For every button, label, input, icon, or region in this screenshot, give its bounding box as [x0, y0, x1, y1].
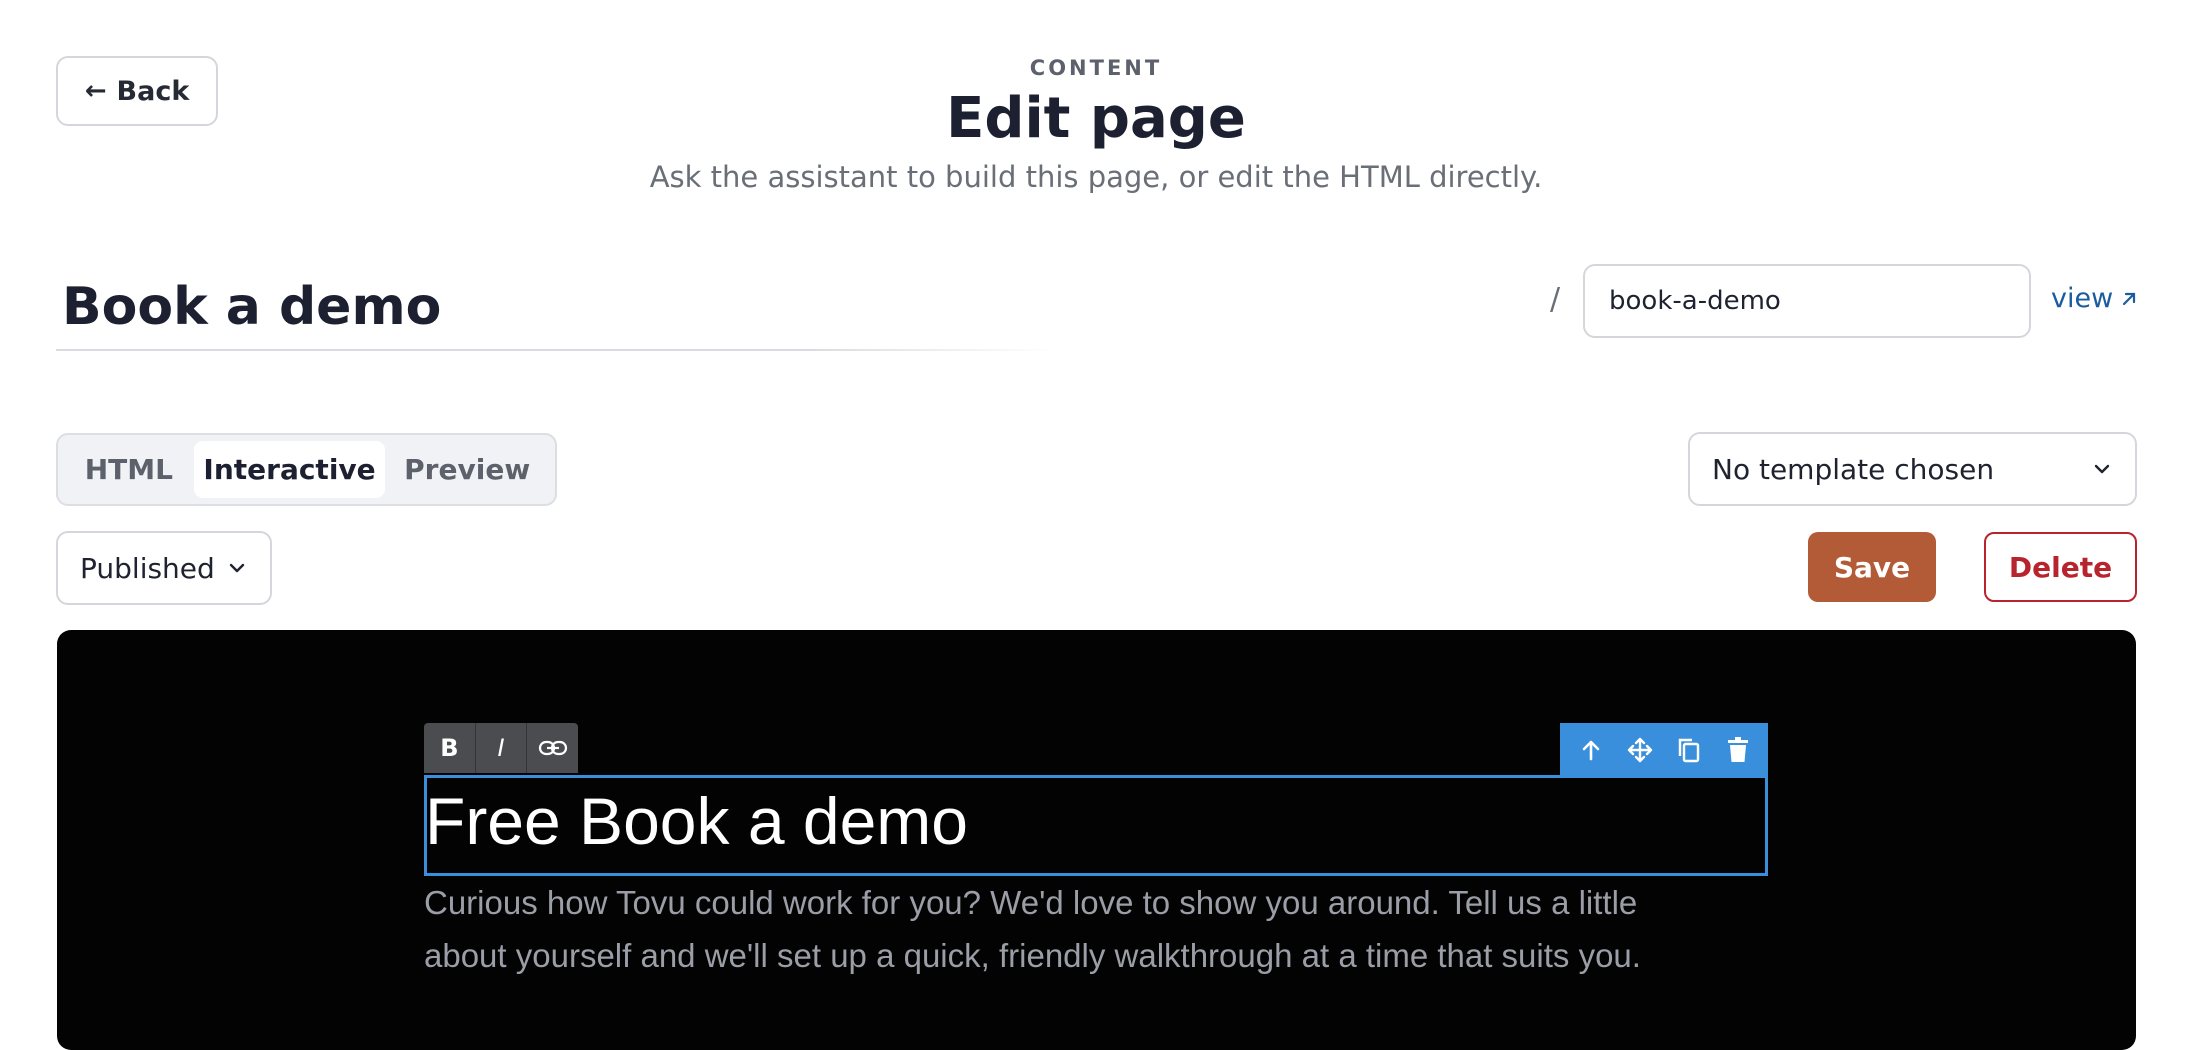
italic-button[interactable]: I: [476, 723, 528, 773]
link-icon: [538, 740, 567, 756]
slug-prefix: /: [1550, 282, 1561, 317]
page-title-input[interactable]: Book a demo: [56, 262, 1056, 352]
hero-body-text[interactable]: Curious how Tovu could work for you? We'…: [424, 876, 1704, 982]
duplicate-button[interactable]: [1669, 730, 1709, 770]
editor-mode-tabs: HTML Interactive Preview: [56, 433, 557, 506]
status-select[interactable]: Published: [56, 531, 272, 605]
status-select-value: Published: [80, 551, 215, 585]
template-select-value: No template chosen: [1712, 452, 1995, 486]
hero-heading[interactable]: Free Book a demo: [425, 783, 968, 859]
delete-button[interactable]: Delete: [1984, 532, 2137, 602]
section-eyebrow: CONTENT: [1029, 56, 1163, 80]
arrow-up-icon: [1582, 740, 1599, 760]
link-button[interactable]: [527, 723, 578, 773]
chevron-down-icon: [2094, 464, 2110, 474]
bold-button[interactable]: B: [424, 723, 476, 773]
view-link-label: view: [2051, 283, 2114, 314]
tab-preview[interactable]: Preview: [385, 441, 549, 498]
move-icon: [1627, 737, 1652, 762]
text-format-toolbar: B I: [424, 723, 578, 773]
drag-move-button[interactable]: [1620, 730, 1660, 770]
block-toolbar: [1560, 723, 1768, 776]
delete-block-button[interactable]: [1718, 730, 1758, 770]
slug-input[interactable]: book-a-demo: [1583, 264, 2031, 338]
tab-interactive[interactable]: Interactive: [193, 441, 386, 498]
trash-icon: [1727, 736, 1748, 762]
template-select[interactable]: No template chosen: [1688, 432, 2137, 506]
view-link[interactable]: view: [2051, 283, 2139, 314]
move-up-button[interactable]: [1571, 730, 1611, 770]
page-subtitle: Ask the assistant to build this page, or…: [649, 160, 1543, 194]
external-link-icon: [2123, 292, 2136, 305]
tab-html[interactable]: HTML: [64, 441, 194, 498]
duplicate-icon: [1678, 738, 1699, 762]
chevron-down-icon: [229, 563, 245, 573]
title-underline: [56, 349, 1056, 351]
save-button[interactable]: Save: [1808, 532, 1936, 602]
page-title: Edit page: [946, 86, 1246, 151]
